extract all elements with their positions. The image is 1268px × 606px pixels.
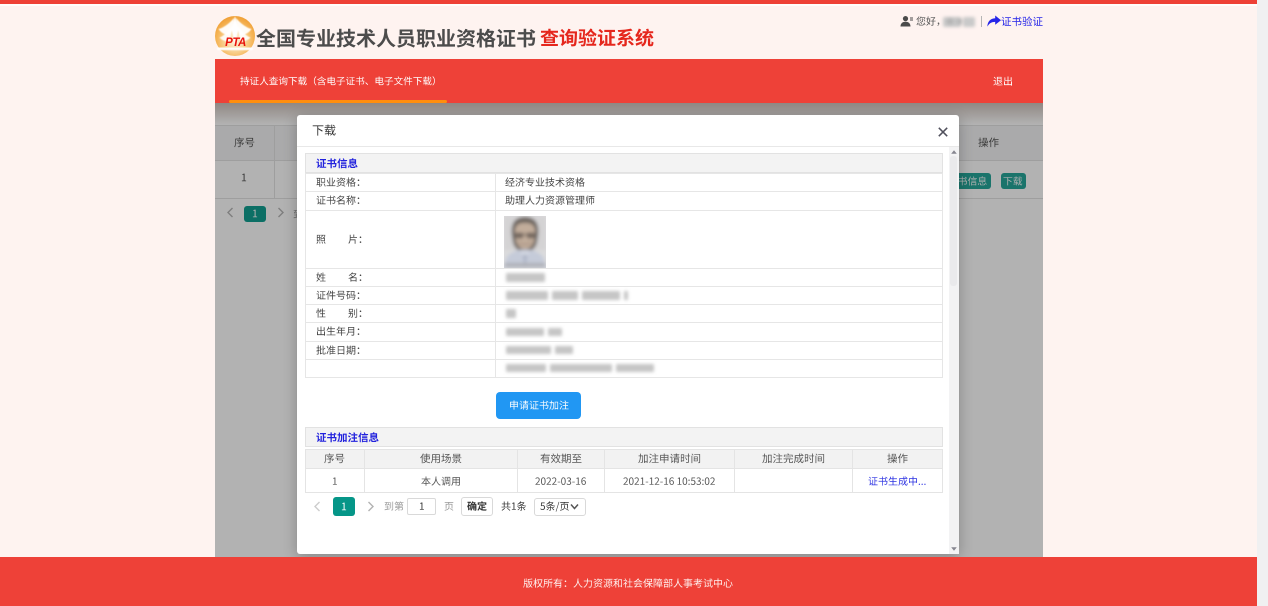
svg-text:PTA: PTA	[225, 37, 246, 49]
